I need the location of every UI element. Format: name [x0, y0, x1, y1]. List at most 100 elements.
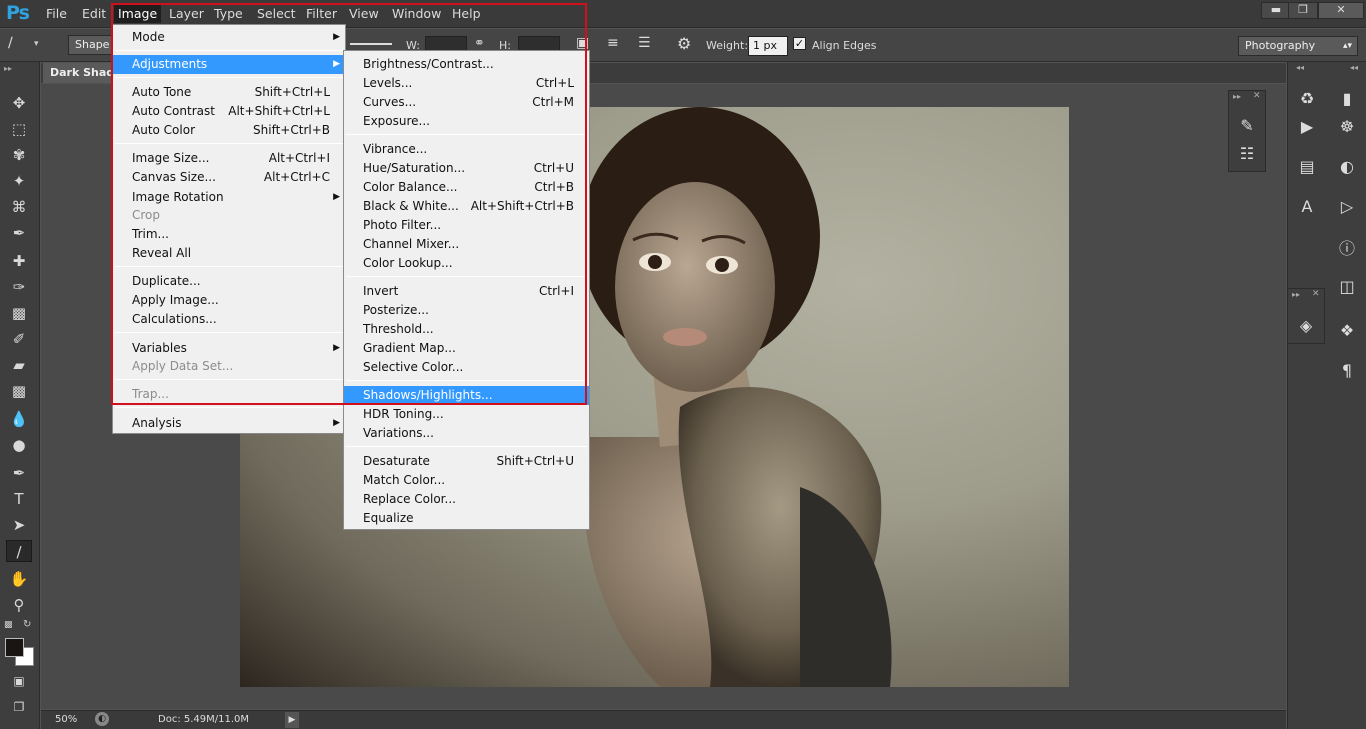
menu-item-replace-color[interactable]: Replace Color... — [344, 490, 589, 509]
menu-view[interactable]: View — [345, 5, 383, 23]
menu-edit[interactable]: Edit — [78, 5, 110, 23]
path-selection-tool-icon[interactable]: ➤ — [6, 514, 32, 536]
character-icon[interactable]: A — [1294, 194, 1320, 220]
menu-file[interactable]: File — [42, 5, 71, 23]
histogram-icon[interactable]: ▮ — [1334, 86, 1360, 112]
tool-presets-icon[interactable]: ▤ — [1294, 154, 1320, 180]
menu-item-match-color[interactable]: Match Color... — [344, 471, 589, 490]
healing-brush-tool-icon[interactable]: ✚ — [6, 250, 32, 272]
history-brush-tool-icon[interactable]: ✐ — [6, 328, 32, 350]
close-icon[interactable]: ✕ — [1253, 91, 1261, 101]
actions-icon[interactable]: ▶ — [1294, 114, 1320, 140]
clone-source-icon[interactable]: ☷ — [1234, 141, 1260, 167]
color-icon[interactable]: ◐ — [1334, 154, 1360, 180]
eraser-tool-icon[interactable]: ▰ — [6, 354, 32, 376]
menu-item-mode[interactable]: Mode ▶ — [113, 28, 345, 47]
link-icon[interactable]: ⚭ — [474, 36, 485, 51]
menu-item-trim[interactable]: Trim... — [113, 225, 345, 244]
align-edges-checkbox[interactable]: ✓ — [793, 37, 806, 50]
menu-select[interactable]: Select — [253, 5, 300, 23]
status-menu-icon[interactable]: ◐ — [95, 712, 109, 726]
menu-item-brightness-contrast[interactable]: Brightness/Contrast... — [344, 55, 589, 74]
close-icon[interactable]: ✕ — [1312, 289, 1320, 299]
marquee-tool-icon[interactable]: ⬚ — [6, 118, 32, 140]
lasso-tool-icon[interactable]: ✾ — [6, 144, 32, 166]
menu-item-gradient-map[interactable]: Gradient Map... — [344, 339, 589, 358]
hand-tool-icon[interactable]: ✋ — [6, 568, 32, 590]
zoom-level[interactable]: 50% — [55, 714, 77, 725]
tool-preset-dropdown-icon[interactable]: ▾ — [34, 39, 54, 49]
menu-item-auto-contrast[interactable]: Auto Contrast Alt+Shift+Ctrl+L — [113, 102, 345, 121]
expand-icon[interactable]: ▸▸ — [1233, 92, 1241, 101]
menu-window[interactable]: Window — [388, 5, 445, 23]
foreground-color-swatch[interactable] — [5, 638, 24, 657]
menu-item-curves[interactable]: Curves... Ctrl+M — [344, 93, 589, 112]
path-operations-icon[interactable]: ▣ — [576, 35, 589, 51]
collapse-icon[interactable]: ▸▸ — [4, 64, 12, 73]
menu-item-black-white[interactable]: Black & White... Alt+Shift+Ctrl+B — [344, 197, 589, 216]
menu-item-auto-tone[interactable]: Auto Tone Shift+Ctrl+L — [113, 83, 345, 102]
brush-presets-icon[interactable]: ✎ — [1234, 113, 1260, 139]
menu-item-image-size[interactable]: Image Size... Alt+Ctrl+I — [113, 149, 345, 168]
path-arrangement-icon[interactable]: ☰ — [638, 35, 651, 51]
channels-icon[interactable]: ❖ — [1334, 318, 1360, 344]
collapse-icon[interactable]: ◂◂ — [1350, 63, 1358, 72]
expand-icon[interactable]: ▸▸ — [1292, 290, 1300, 299]
menu-item-vibrance[interactable]: Vibrance... — [344, 140, 589, 159]
menu-layer[interactable]: Layer — [165, 5, 208, 23]
menu-help[interactable]: Help — [448, 5, 485, 23]
layers-icon[interactable]: ◈ — [1293, 313, 1319, 339]
paths-icon[interactable]: ▷ — [1334, 194, 1360, 220]
menu-filter[interactable]: Filter — [302, 5, 341, 23]
menu-item-image-rotation[interactable]: Image Rotation ▶ — [113, 188, 345, 207]
swap-colors-icon[interactable]: ↻ — [23, 619, 31, 630]
pen-tool-icon[interactable]: ✒ — [6, 462, 32, 484]
navigator-icon[interactable]: ☸ — [1334, 114, 1360, 140]
crop-tool-icon[interactable]: ⌘ — [6, 196, 32, 218]
menu-item-shadows-highlights[interactable]: Shadows/Highlights... — [344, 386, 589, 405]
menu-item-photo-filter[interactable]: Photo Filter... — [344, 216, 589, 235]
menu-item-levels[interactable]: Levels... Ctrl+L — [344, 74, 589, 93]
menu-item-hue-saturation[interactable]: Hue/Saturation... Ctrl+U — [344, 159, 589, 178]
eyedropper-tool-icon[interactable]: ✒ — [6, 222, 32, 244]
menu-item-hdr-toning[interactable]: HDR Toning... — [344, 405, 589, 424]
shape-mode-button[interactable]: Shape — [68, 35, 117, 55]
menu-item-duplicate[interactable]: Duplicate... — [113, 272, 345, 291]
weight-input[interactable]: 1 px — [748, 36, 788, 56]
restore-icon[interactable]: ❐ — [1288, 2, 1318, 19]
document-tab[interactable]: Dark Shadows — [43, 63, 118, 83]
menu-item-reveal-all[interactable]: Reveal All — [113, 244, 345, 263]
brush-tool-icon[interactable]: ✑ — [6, 276, 32, 298]
history-icon[interactable]: ♻ — [1294, 86, 1320, 112]
blur-tool-icon[interactable]: 💧 — [6, 408, 32, 430]
line-tool-icon[interactable]: ∕ — [8, 35, 28, 55]
status-expand-icon[interactable]: ▶ — [285, 712, 299, 728]
menu-item-invert[interactable]: Invert Ctrl+I — [344, 282, 589, 301]
default-colors-icon[interactable]: ▩ — [4, 620, 13, 630]
clone-stamp-tool-icon[interactable]: ▩ — [6, 302, 32, 324]
properties-icon[interactable]: ◫ — [1334, 274, 1360, 300]
menu-item-calculations[interactable]: Calculations... — [113, 310, 345, 329]
workspace-select[interactable]: Photography ▴▾ — [1238, 36, 1358, 56]
menu-item-variables[interactable]: Variables ▶ — [113, 339, 345, 358]
menu-item-color-lookup[interactable]: Color Lookup... — [344, 254, 589, 273]
path-alignment-icon[interactable]: ≡ — [607, 35, 619, 51]
menu-item-variations[interactable]: Variations... — [344, 424, 589, 443]
menu-item-canvas-size[interactable]: Canvas Size... Alt+Ctrl+C — [113, 168, 345, 187]
screen-mode-icon[interactable]: ❐ — [6, 696, 32, 718]
close-icon[interactable]: ✕ — [1318, 2, 1364, 19]
menu-item-posterize[interactable]: Posterize... — [344, 301, 589, 320]
menu-item-analysis[interactable]: Analysis ▶ — [113, 414, 345, 433]
quick-mask-icon[interactable]: ▣ — [6, 670, 32, 692]
minimize-icon[interactable]: ▬ — [1261, 2, 1291, 19]
menu-item-apply-image[interactable]: Apply Image... — [113, 291, 345, 310]
gradient-tool-icon[interactable]: ▩ — [6, 380, 32, 402]
menu-item-exposure[interactable]: Exposure... — [344, 112, 589, 131]
paragraph-icon[interactable]: ¶ — [1334, 358, 1360, 384]
info-icon[interactable]: ⓘ — [1334, 236, 1360, 262]
menu-item-adjustments[interactable]: Adjustments ▶ — [113, 55, 345, 74]
collapse-icon[interactable]: ◂◂ — [1296, 63, 1304, 72]
menu-item-channel-mixer[interactable]: Channel Mixer... — [344, 235, 589, 254]
menu-image[interactable]: Image — [114, 5, 162, 23]
type-tool-icon[interactable]: T — [6, 488, 32, 510]
